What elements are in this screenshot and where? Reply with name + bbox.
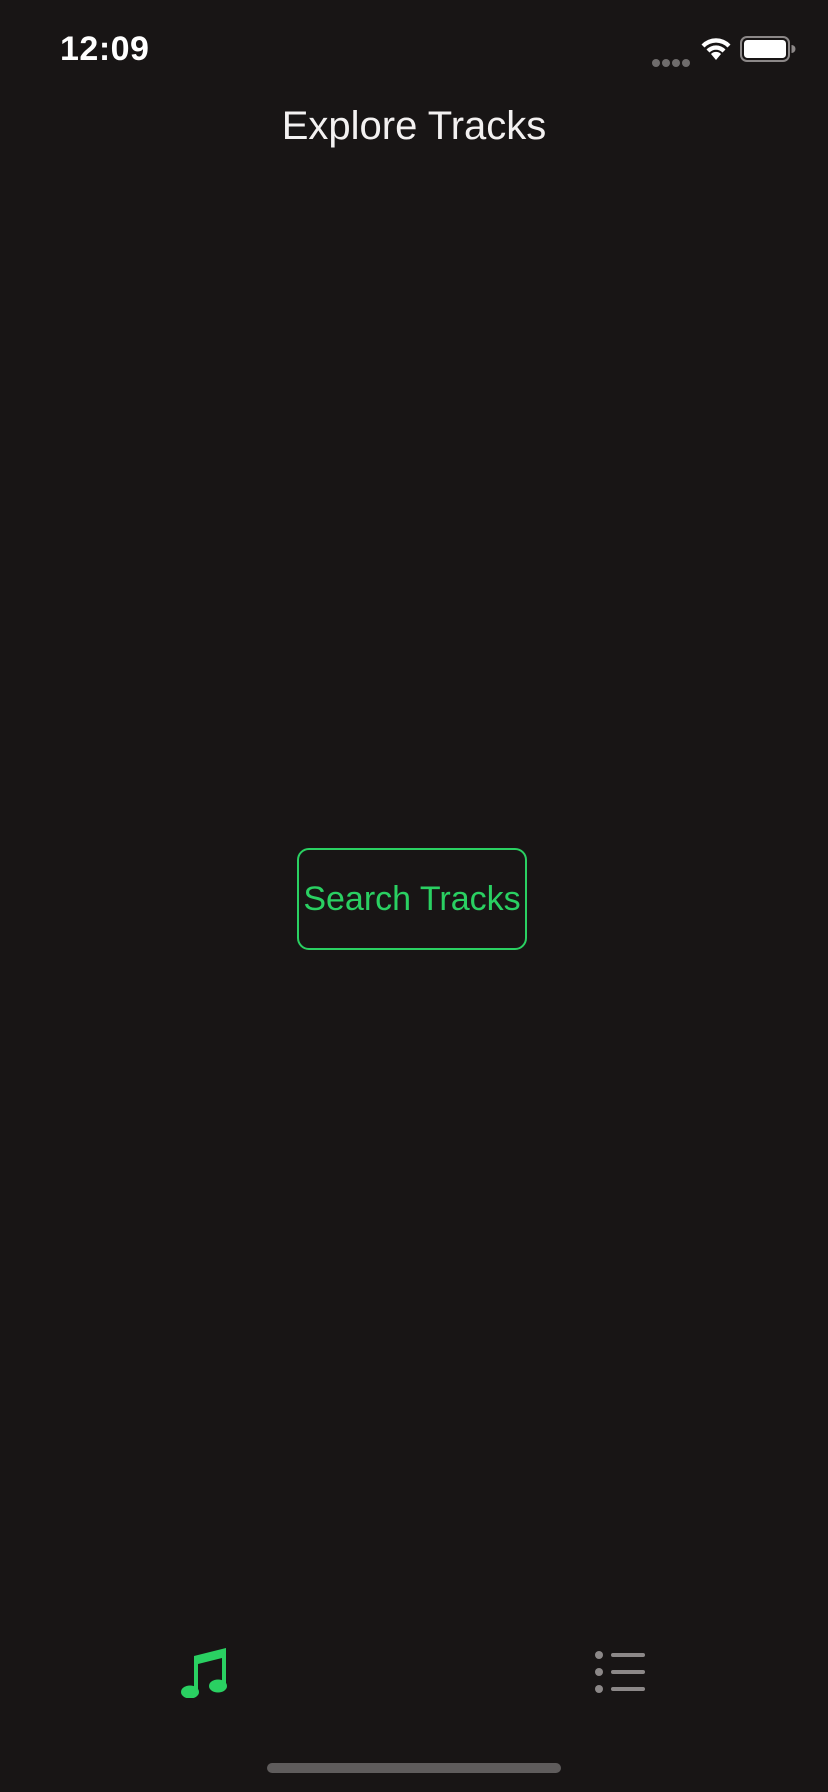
battery-icon: [740, 36, 796, 62]
status-time: 12:09: [60, 30, 150, 68]
tab-bar: [0, 1592, 828, 1792]
page-title: Explore Tracks: [281, 104, 547, 148]
search-tracks-button[interactable]: Search Tracks: [297, 848, 527, 950]
status-bar: 12:09: [0, 0, 828, 100]
tab-tracks[interactable]: [145, 1632, 265, 1712]
wifi-icon: [701, 38, 731, 60]
list-icon: [595, 1651, 645, 1693]
home-indicator: [267, 1763, 561, 1773]
tab-list[interactable]: [561, 1632, 681, 1712]
music-note-icon: [181, 1648, 227, 1698]
signal-dots-icon: [652, 52, 692, 67]
